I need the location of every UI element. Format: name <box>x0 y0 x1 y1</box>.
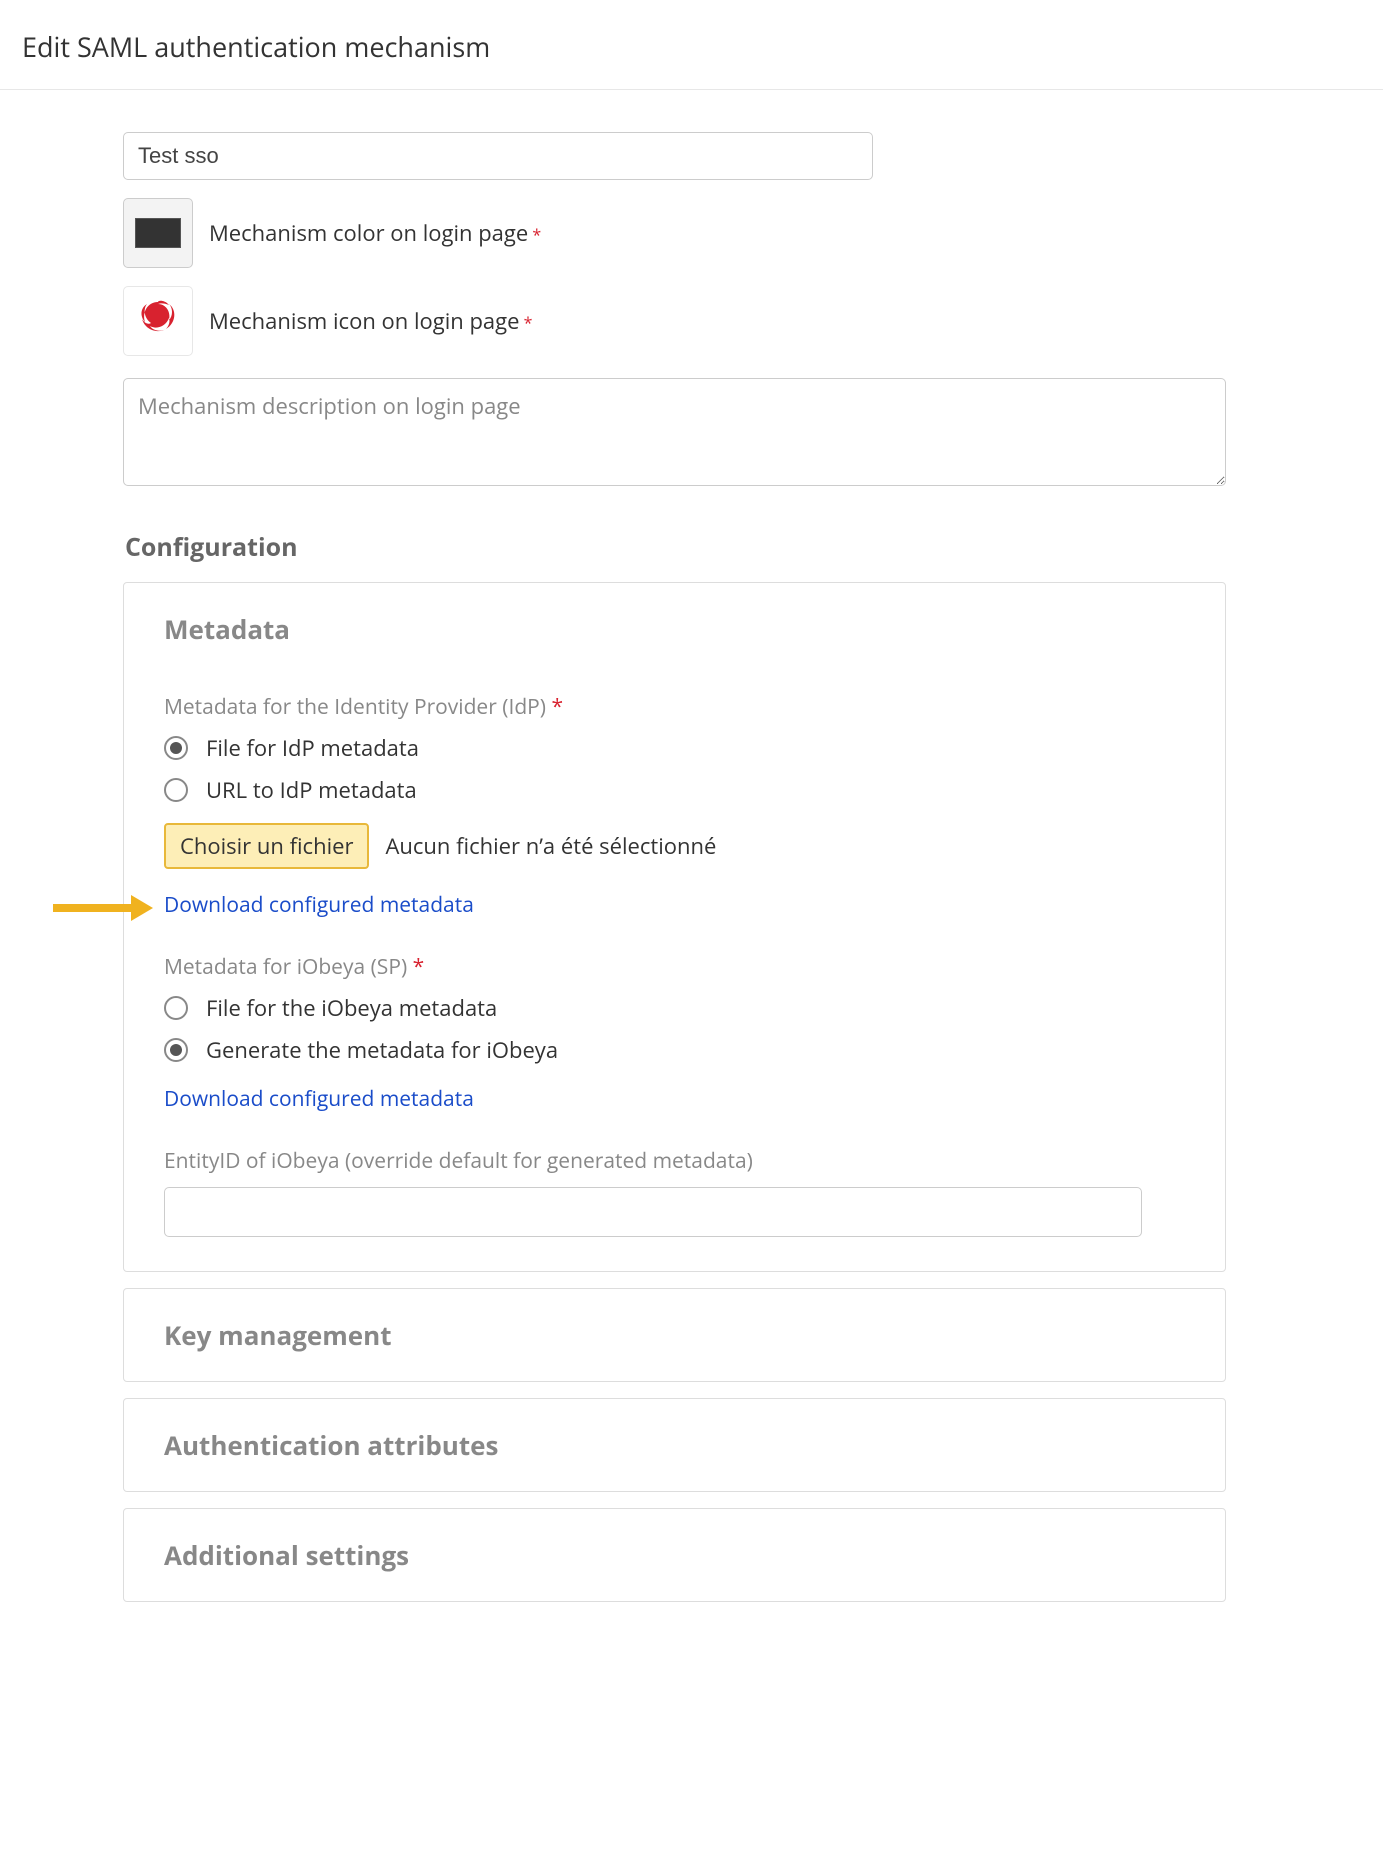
description-textarea[interactable] <box>123 378 1226 486</box>
required-marker: * <box>524 312 533 334</box>
file-status-text: Aucun fichier n’a été sélectionné <box>385 831 716 861</box>
entity-id-label: EntityID of iObeya (override default for… <box>164 1147 1185 1175</box>
configuration-heading: Configuration <box>125 530 988 564</box>
sp-metadata-label: Metadata for iObeya (SP) <box>164 953 407 981</box>
required-marker: * <box>413 953 425 981</box>
icon-label: Mechanism icon on login page <box>209 306 519 336</box>
idp-file-radio-label: File for IdP metadata <box>206 733 419 763</box>
required-marker: * <box>551 693 563 721</box>
idp-download-metadata-link[interactable]: Download configured metadata <box>164 891 474 919</box>
additional-settings-panel[interactable]: Additional settings <box>123 1508 1226 1602</box>
mechanism-name-input[interactable] <box>123 132 873 180</box>
idp-metadata-label: Metadata for the Identity Provider (IdP) <box>164 693 546 721</box>
idp-url-radio-label: URL to IdP metadata <box>206 775 417 805</box>
idp-file-radio[interactable] <box>164 736 188 760</box>
required-marker: * <box>532 224 541 246</box>
metadata-panel-title: Metadata <box>164 611 1185 647</box>
sp-generate-radio-label: Generate the metadata for iObeya <box>206 1035 558 1065</box>
entity-id-input[interactable] <box>164 1187 1142 1237</box>
icon-picker[interactable] <box>123 286 193 356</box>
sp-file-radio-label: File for the iObeya metadata <box>206 993 497 1023</box>
auth-attributes-title: Authentication attributes <box>164 1427 1185 1463</box>
mechanism-logo-icon <box>133 296 183 346</box>
sp-download-metadata-link[interactable]: Download configured metadata <box>164 1085 474 1113</box>
auth-attributes-panel[interactable]: Authentication attributes <box>123 1398 1226 1492</box>
color-label: Mechanism color on login page <box>209 218 528 248</box>
key-management-panel[interactable]: Key management <box>123 1288 1226 1382</box>
metadata-panel: Metadata Metadata for the Identity Provi… <box>123 582 1226 1272</box>
sp-generate-radio[interactable] <box>164 1038 188 1062</box>
key-management-title: Key management <box>164 1317 1185 1353</box>
additional-settings-title: Additional settings <box>164 1537 1185 1573</box>
choose-file-button[interactable]: Choisir un fichier <box>164 823 369 869</box>
sp-file-radio[interactable] <box>164 996 188 1020</box>
page-title: Edit SAML authentication mechanism <box>22 28 1383 65</box>
color-swatch-icon <box>135 218 181 248</box>
color-picker[interactable] <box>123 198 193 268</box>
idp-url-radio[interactable] <box>164 778 188 802</box>
